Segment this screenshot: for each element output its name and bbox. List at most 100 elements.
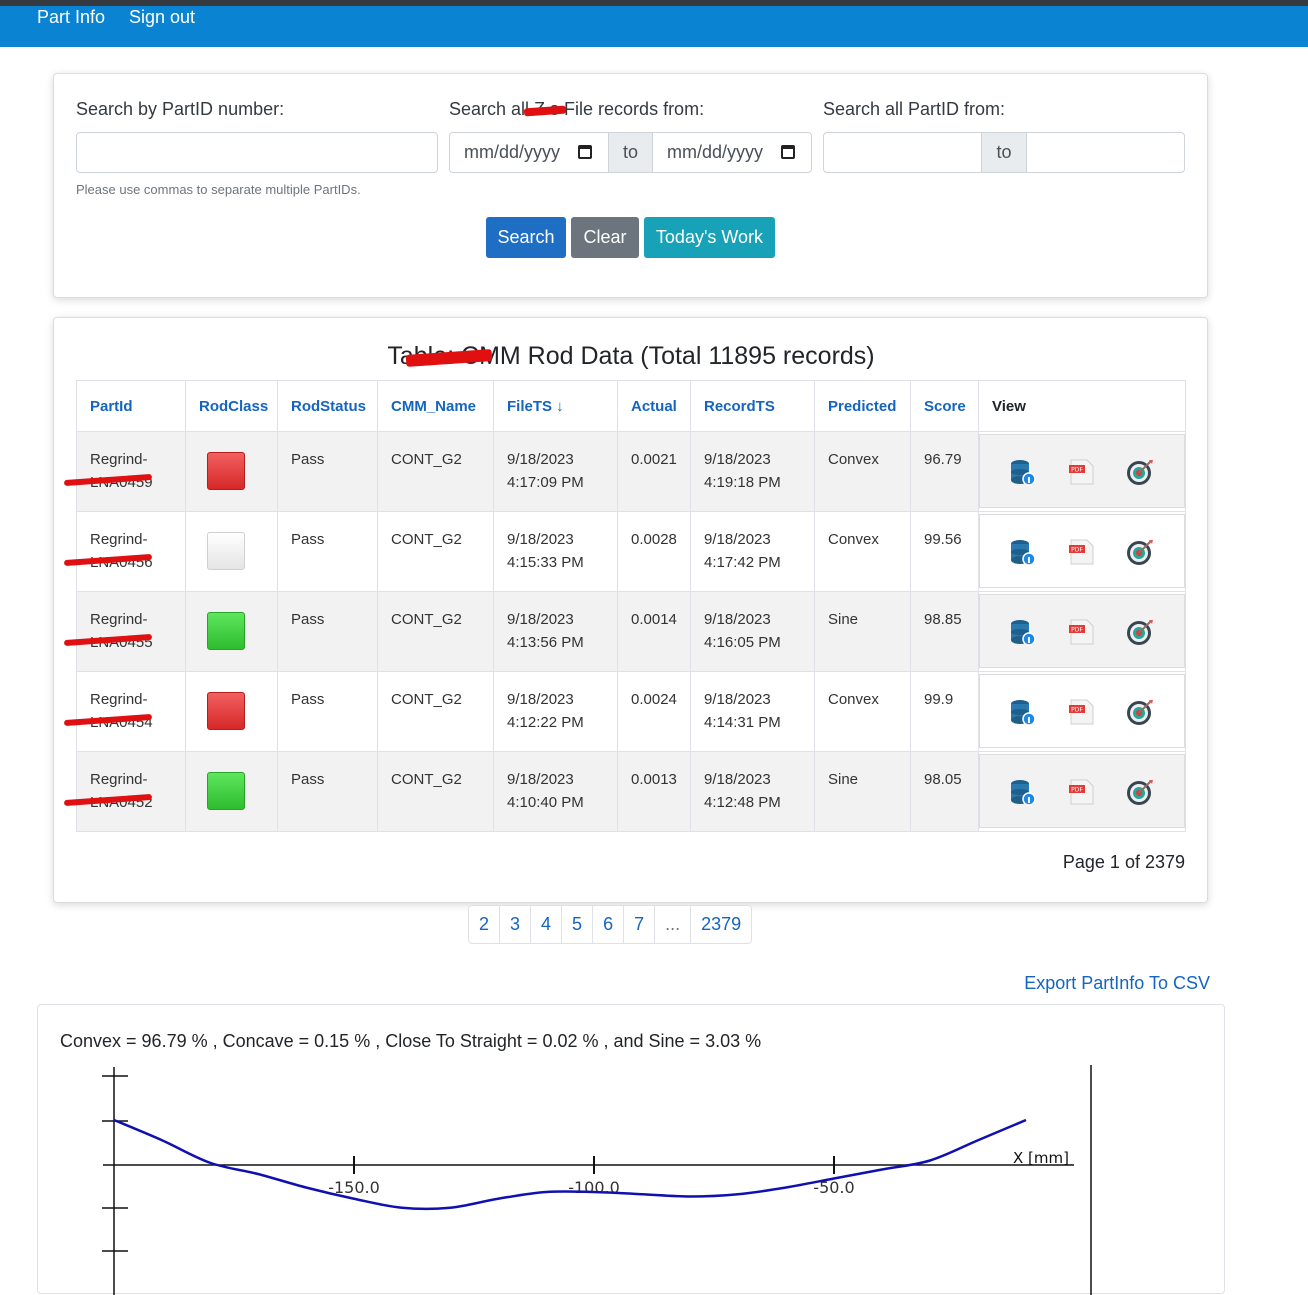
- cell-partid: Regrind- LNA0459: [63, 431, 186, 512]
- col-rodstatus[interactable]: RodStatus: [277, 380, 378, 432]
- pagination-link[interactable]: 6: [593, 906, 625, 943]
- col-rodclass[interactable]: RodClass: [185, 380, 278, 432]
- partid-range-label: Search all PartID from:: [823, 99, 1006, 119]
- svg-text:PDF: PDF: [1071, 627, 1083, 634]
- database-info-icon[interactable]: [1008, 697, 1038, 727]
- recordts-time: 4:14:31 PM: [704, 714, 781, 731]
- calendar-icon[interactable]: [578, 145, 592, 159]
- cell-recordts: 9/18/2023 4:16:05 PM: [690, 591, 815, 672]
- recordts-date: 9/18/2023: [704, 531, 771, 548]
- filets-date: 9/18/2023: [507, 611, 574, 628]
- file-date-from-input[interactable]: mm/dd/yyyy: [449, 132, 609, 173]
- recordts-date: 9/18/2023: [704, 611, 771, 628]
- view-actions: PDF: [979, 514, 1185, 588]
- cell-rodclass: [185, 431, 278, 512]
- partid-to-input[interactable]: [1026, 132, 1185, 173]
- cell-rodstatus: Pass: [277, 671, 378, 752]
- pagination-link[interactable]: 4: [531, 906, 563, 943]
- cell-view: PDF: [978, 431, 1186, 512]
- nav-part-info-link[interactable]: Part Info: [37, 6, 105, 28]
- col-score[interactable]: Score: [910, 380, 979, 432]
- col-view: View: [978, 380, 1186, 432]
- export-csv-link[interactable]: Export PartInfo To CSV: [1024, 973, 1210, 994]
- table-row: Regrind- LNA0459 Pass CONT_G2 9/18/2023 4:17:…: [63, 431, 1186, 512]
- svg-text:PDF: PDF: [1071, 787, 1083, 794]
- search-button[interactable]: Search: [486, 217, 566, 258]
- todays-work-button[interactable]: Today's Work: [644, 217, 775, 258]
- pdf-icon[interactable]: PDF: [1066, 457, 1096, 487]
- database-info-icon[interactable]: [1008, 537, 1038, 567]
- cell-view: PDF: [978, 671, 1186, 752]
- cell-partid: Regrind- LNA0455: [63, 591, 186, 672]
- cell-rodstatus: Pass: [277, 431, 378, 512]
- database-info-icon[interactable]: [1008, 457, 1038, 487]
- target-icon[interactable]: [1125, 697, 1155, 727]
- clear-button[interactable]: Clear: [571, 217, 639, 258]
- file-date-to-input[interactable]: mm/dd/yyyy: [652, 132, 812, 173]
- rodclass-swatch: [207, 532, 245, 570]
- partid-suffix: LNA0456: [63, 551, 185, 574]
- cell-rodclass: [185, 751, 278, 832]
- cell-filets: 9/18/2023 4:17:09 PM: [493, 431, 618, 512]
- rodclass-swatch: [207, 772, 245, 810]
- target-icon[interactable]: [1125, 537, 1155, 567]
- cell-filets: 9/18/2023 4:15:33 PM: [493, 511, 618, 592]
- pagination-link[interactable]: 7: [624, 906, 656, 943]
- pagination-link[interactable]: 2: [469, 906, 501, 943]
- database-info-icon[interactable]: [1008, 777, 1038, 807]
- cell-actual: 0.0024: [617, 671, 691, 752]
- partid-from-input[interactable]: [823, 132, 982, 173]
- pdf-icon[interactable]: PDF: [1066, 617, 1096, 647]
- view-actions: PDF: [979, 434, 1185, 508]
- filets-time: 4:15:33 PM: [507, 554, 584, 571]
- target-icon[interactable]: [1125, 457, 1155, 487]
- partid-suffix: LNA0452: [63, 791, 185, 814]
- recordts-date: 9/18/2023: [704, 451, 771, 468]
- pdf-icon[interactable]: PDF: [1066, 777, 1096, 807]
- col-partid[interactable]: PartId: [76, 380, 186, 432]
- calendar-icon[interactable]: [781, 145, 795, 159]
- recordts-time: 4:12:48 PM: [704, 794, 781, 811]
- pdf-icon[interactable]: PDF: [1066, 697, 1096, 727]
- recordts-date: 9/18/2023: [704, 771, 771, 788]
- target-icon[interactable]: [1125, 777, 1155, 807]
- cell-rodstatus: Pass: [277, 511, 378, 592]
- date-placeholder: mm/dd/yyyy: [464, 142, 561, 162]
- target-icon[interactable]: [1125, 617, 1155, 647]
- pdf-icon[interactable]: PDF: [1066, 537, 1096, 567]
- col-cmm-name[interactable]: CMM_Name: [377, 380, 494, 432]
- cell-score: 99.56: [910, 511, 979, 592]
- rodclass-swatch: [207, 692, 245, 730]
- col-actual[interactable]: Actual: [617, 380, 691, 432]
- filets-date: 9/18/2023: [507, 691, 574, 708]
- table-header-row: PartId RodClass RodStatus CMM_Name FileT…: [76, 380, 1186, 432]
- cell-score: 98.05: [910, 751, 979, 832]
- cell-actual: 0.0014: [617, 591, 691, 672]
- cell-predicted: Convex: [814, 431, 911, 512]
- table-row: Regrind- LNA0456 Pass CONT_G2 9/18/2023 4:15:…: [63, 511, 1186, 592]
- cell-predicted: Convex: [814, 671, 911, 752]
- date-to-addon: to: [608, 132, 653, 173]
- cell-filets: 9/18/2023 4:13:56 PM: [493, 591, 618, 672]
- recordts-date: 9/18/2023: [704, 691, 771, 708]
- table-row: Regrind- LNA0454 Pass CONT_G2 9/18/2023 4:12:…: [63, 671, 1186, 752]
- database-info-icon[interactable]: [1008, 617, 1038, 647]
- nav-sign-out-link[interactable]: Sign out: [129, 6, 195, 28]
- pagination-link[interactable]: 3: [500, 906, 532, 943]
- cell-actual: 0.0013: [617, 751, 691, 832]
- cell-recordts: 9/18/2023 4:12:48 PM: [690, 751, 815, 832]
- page-info: Page 1 of 2379: [1062, 852, 1185, 872]
- col-predicted[interactable]: Predicted: [814, 380, 911, 432]
- pagination-link[interactable]: 2379: [691, 906, 751, 943]
- col-filets[interactable]: FileTS ↓: [493, 380, 618, 432]
- cell-partid: Regrind- LNA0452: [63, 751, 186, 832]
- cell-recordts: 9/18/2023 4:17:42 PM: [690, 511, 815, 592]
- partid-search-input[interactable]: [76, 132, 438, 173]
- pagination-link[interactable]: 5: [562, 906, 594, 943]
- col-recordts[interactable]: RecordTS: [690, 380, 815, 432]
- cell-cmm-name: CONT_G2: [377, 751, 494, 832]
- partid-suffix: LNA0459: [63, 471, 185, 494]
- partid-to-addon: to: [981, 132, 1027, 173]
- view-actions: PDF: [979, 674, 1185, 748]
- table-row: Regrind- LNA0455 Pass CONT_G2 9/18/2023 4:13:…: [63, 591, 1186, 672]
